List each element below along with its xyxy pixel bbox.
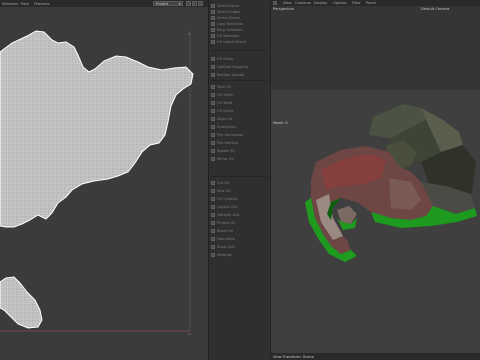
tool-uv-relax[interactable]: UV Relax [211,56,268,61]
realign-islands-icon [211,72,215,77]
pack-uv-icon [211,84,215,89]
optimal-mapping-icon [211,64,215,69]
tool-sew-uv[interactable]: Sew UV [211,188,268,193]
tool-cut-uv[interactable]: Cut UV [211,180,268,185]
tool-realign-islands[interactable]: Realign Islands [211,72,268,77]
menu-panel[interactable]: Panel [366,1,376,5]
sew-uv-icon [211,188,215,193]
viewport-projection-label: Perspective [273,7,294,11]
tool-layout-uvs[interactable]: Layout UVs [211,204,268,209]
uv-relax-icon [211,56,215,61]
uv-corner-mark: ▫ [188,31,191,36]
uv-menubar: Selection Pack Features Project ▾ [0,0,208,7]
select-edges-icon [211,9,215,14]
tool-separator [211,80,268,81]
menu-view[interactable]: View [283,1,292,5]
tool-reset-uv[interactable]: Reset UV [211,228,268,233]
tool-normalize[interactable]: Normalize [211,236,268,241]
fill-selection-icon [211,33,215,38]
uv-break-icon [211,108,215,113]
viewport-panel: View Cameras Display Options Filter Pane… [271,0,480,360]
align-uv-icon [211,116,215,121]
menu-filter[interactable]: Filter [352,1,361,5]
chevron-down-icon: ▾ [178,1,181,6]
flip-horizontal-icon [211,132,215,137]
tool-uv-break[interactable]: UV Break [211,108,268,113]
loop-selection-icon [211,21,215,26]
camera-label: Default Camera [421,7,450,11]
viewport-mode-label: Mode: G [273,121,288,125]
mirror-uv-icon [211,156,215,161]
view-transform-label: View Transform: Scene [273,354,314,359]
transfer-uvs-icon [211,212,215,217]
menu-features[interactable]: Features [34,2,49,6]
menu-cameras[interactable]: Cameras [295,1,311,5]
tool-uv-stitch[interactable]: UV Stitch [211,92,268,97]
rotate-icon [211,148,215,153]
uv-tools-palette: Select Faces Select Edges Select Points … [208,0,271,360]
menu-pack[interactable]: Pack [21,2,29,6]
viewport-status-bar: View Transform: Scene [271,353,480,360]
toolbar-snap-icon[interactable] [192,1,197,6]
tool-flip-vertical[interactable]: Flip Vertical [211,140,268,145]
tool-project-uv[interactable]: Project UV [211,220,268,225]
menu-selection[interactable]: Selection [2,2,19,6]
select-points-icon [211,15,215,20]
tool-separator [211,50,268,51]
tool-separator [211,176,268,177]
tool-uv-unwrap[interactable]: UV Unwrap [211,196,268,201]
tool-settings[interactable]: Settings [211,252,268,257]
tool-pack-uv[interactable]: Pack UV [211,84,268,89]
cut-uv-icon [211,180,215,185]
normalize-icon [211,236,215,241]
tool-optimal-mapping[interactable]: Optimal Mapping [211,64,268,69]
tool-rotate-90[interactable]: Rotate 90 [211,148,268,153]
select-faces-icon [211,3,215,8]
project-uv-icon [211,220,215,225]
tool-snap-grid[interactable]: Snap Grid [211,244,268,249]
projection-mode-dropdown[interactable]: Project ▾ [153,0,183,6]
menu-options[interactable]: Options [333,1,347,5]
uv-weld-icon [211,100,215,105]
tool-select-points[interactable]: Select Points [211,15,268,20]
viewport-menu-icon[interactable] [273,0,277,5]
uv-editor-panel: Selection Pack Features Project ▾ ▫ ▫ [0,0,208,360]
tool-island-select[interactable]: UV Island Select [211,39,268,44]
ring-selection-icon [211,27,215,32]
projection-mode-value: Project [156,1,169,6]
tool-flip-horizontal[interactable]: Flip Horizontal [211,132,268,137]
tool-transfer-uvs[interactable]: Transfer UVs [211,212,268,217]
layout-uvs-icon [211,204,215,209]
uv-canvas[interactable]: ▫ ▫ [0,7,208,360]
tool-straighten[interactable]: Straighten [211,124,268,129]
reset-uv-icon [211,228,215,233]
toolbar-settings-icon[interactable] [198,1,203,6]
gear-icon [211,252,215,257]
tool-fill-selection[interactable]: Fill Selection [211,33,268,38]
viewport-3d-scene[interactable] [271,90,480,353]
tool-uv-weld[interactable]: UV Weld [211,100,268,105]
tool-mirror-uv[interactable]: Mirror UV [211,156,268,161]
uv-unwrap-icon [211,196,215,201]
tool-align-uv[interactable]: Align UV [211,116,268,121]
toolbar-grid-icon[interactable] [186,1,191,6]
snap-grid-icon [211,244,215,249]
island-select-icon [211,39,215,44]
straighten-icon [211,124,215,129]
tool-select-edges[interactable]: Select Edges [211,9,268,14]
viewport-upper-area: Perspective Default Camera [271,6,480,90]
flip-vertical-icon [211,140,215,145]
tool-ring-selection[interactable]: Ring Selection [211,27,268,32]
tool-select-faces[interactable]: Select Faces [211,3,268,8]
uv-corner-mark: ▫ [188,331,191,336]
uv-stitch-icon [211,92,215,97]
tool-loop-selection[interactable]: Loop Selection [211,21,268,26]
menu-display[interactable]: Display [314,1,327,5]
